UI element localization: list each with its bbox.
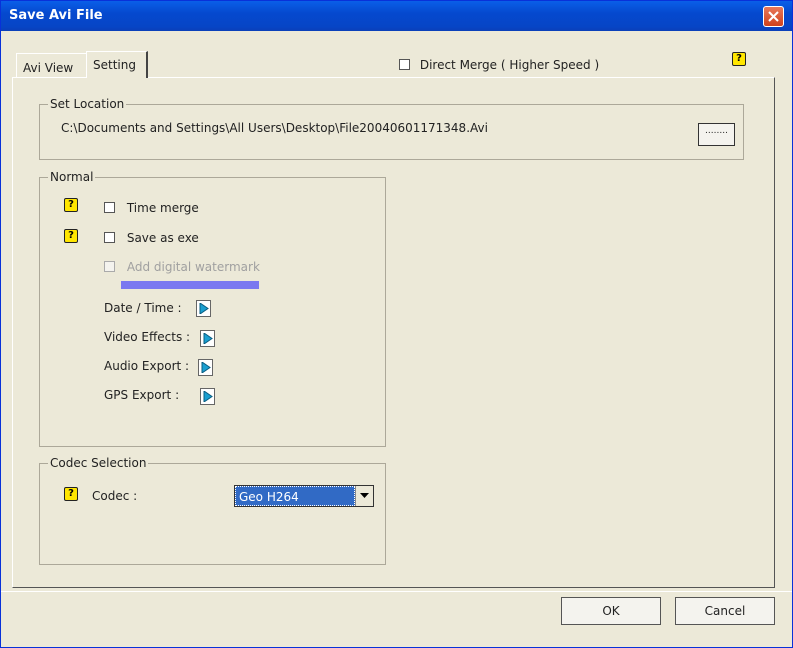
save-avi-dialog: Save Avi File Avi View Setting Direct Me… <box>0 0 793 648</box>
play-icon <box>201 362 211 373</box>
tab-avi-view[interactable]: Avi View <box>16 53 86 77</box>
gps-export-label: GPS Export : <box>104 388 180 402</box>
window-title: Save Avi File <box>9 8 103 23</box>
cancel-button[interactable]: Cancel <box>675 597 775 625</box>
browse-button[interactable]: ........ <box>698 123 735 146</box>
help-icon[interactable]: ? <box>732 52 746 66</box>
play-icon <box>199 303 209 314</box>
save-as-exe-checkbox[interactable] <box>104 232 115 243</box>
direct-merge-option[interactable]: Direct Merge ( Higher Speed ) <box>399 57 599 72</box>
codec-dropdown-button[interactable] <box>355 486 373 506</box>
codec-label: Codec : <box>92 489 138 503</box>
add-watermark-label: Add digital watermark <box>126 259 260 274</box>
audio-export-expand-button[interactable] <box>198 359 213 376</box>
help-icon[interactable]: ? <box>64 229 78 243</box>
play-icon <box>203 391 213 402</box>
title-bar[interactable]: Save Avi File <box>1 1 792 31</box>
ok-button[interactable]: OK <box>561 597 661 625</box>
help-icon[interactable]: ? <box>64 198 78 212</box>
save-as-exe-label: Save as exe <box>126 230 199 245</box>
codec-selected-value: Geo H264 <box>235 486 355 506</box>
tab-setting[interactable]: Setting <box>86 51 148 78</box>
codec-selection-legend: Codec Selection <box>48 456 149 470</box>
gps-export-expand-button[interactable] <box>200 388 215 405</box>
time-merge-label: Time merge <box>126 200 199 215</box>
add-watermark-checkbox <box>104 261 115 272</box>
add-watermark-option: Add digital watermark <box>104 259 260 274</box>
direct-merge-label: Direct Merge ( Higher Speed ) <box>419 57 600 72</box>
footer-divider <box>1 591 792 592</box>
close-button[interactable] <box>763 6 784 27</box>
play-icon <box>203 333 213 344</box>
normal-legend: Normal <box>48 170 96 184</box>
chevron-down-icon <box>360 493 369 498</box>
date-time-label: Date / Time : <box>104 301 182 315</box>
set-location-legend: Set Location <box>48 97 127 111</box>
watermark-bar <box>121 281 259 289</box>
location-path: C:\Documents and Settings\All Users\Desk… <box>61 121 488 135</box>
normal-group: Normal <box>39 170 386 447</box>
time-merge-option[interactable]: Time merge <box>104 200 199 215</box>
video-effects-expand-button[interactable] <box>200 330 215 347</box>
codec-selection-group: Codec Selection <box>39 456 386 565</box>
help-icon[interactable]: ? <box>64 487 78 501</box>
audio-export-label: Audio Export : <box>104 359 190 373</box>
tab-avi-view-label: Avi View <box>23 61 74 75</box>
time-merge-checkbox[interactable] <box>104 202 115 213</box>
save-as-exe-option[interactable]: Save as exe <box>104 230 199 245</box>
video-effects-label: Video Effects : <box>104 330 191 344</box>
tab-setting-label: Setting <box>93 58 136 72</box>
codec-select[interactable]: Geo H264 <box>234 485 374 507</box>
direct-merge-checkbox[interactable] <box>399 59 410 70</box>
date-time-expand-button[interactable] <box>196 300 211 317</box>
close-icon <box>768 11 779 22</box>
